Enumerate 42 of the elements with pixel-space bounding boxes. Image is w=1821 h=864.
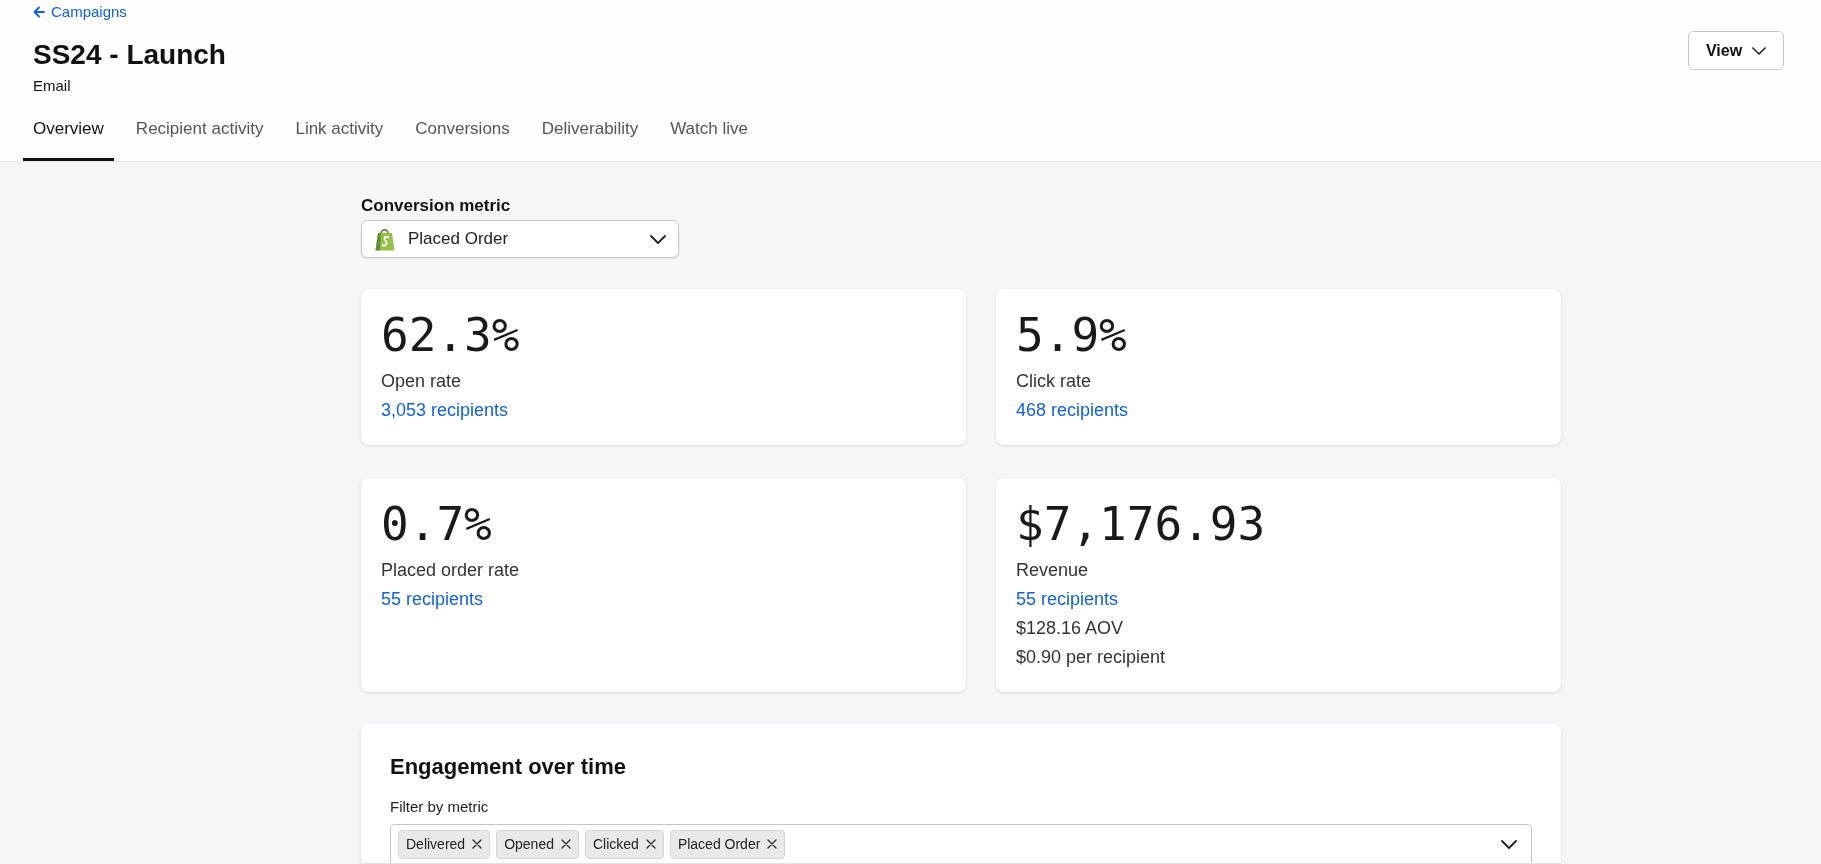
conversion-metric-dropdown[interactable]: Placed Order	[361, 220, 679, 258]
chevron-down-icon	[650, 234, 666, 244]
recipients-link[interactable]: 55 recipients	[1016, 585, 1119, 614]
filter-tag[interactable]: Placed Order	[669, 829, 786, 859]
tab[interactable]: Watch live	[660, 112, 758, 161]
metric-value: 62.3%	[381, 310, 520, 360]
filter-tag[interactable]: Opened	[496, 829, 579, 859]
close-icon[interactable]	[472, 839, 483, 849]
metric-value: 5.9%	[1016, 310, 1127, 360]
metric-label: Placed order rate	[381, 559, 520, 582]
section-title: Engagement over time	[390, 753, 626, 781]
close-icon[interactable]	[560, 839, 571, 849]
tab[interactable]: Link activity	[285, 112, 394, 161]
metric-label: Open rate	[381, 370, 462, 393]
shopping-bag-icon	[374, 227, 396, 251]
chevron-down-icon	[1501, 839, 1517, 849]
filter-tag[interactable]: Clicked	[584, 829, 664, 859]
back-link[interactable]: Campaigns	[33, 2, 127, 22]
tab[interactable]: Recipient activity	[125, 112, 274, 161]
tab[interactable]: Overview	[23, 112, 114, 161]
chevron-down-icon	[1752, 46, 1767, 55]
page-title: SS24 - Launch	[33, 38, 226, 72]
metric-label: Click rate	[1016, 370, 1091, 393]
filter-tag[interactable]: Delivered	[398, 829, 491, 859]
arrow-left-icon	[33, 6, 45, 18]
metric-value: $7,176.93	[1016, 499, 1266, 549]
recipients-link[interactable]: 3,053 recipients	[381, 396, 509, 425]
tab[interactable]: Deliverability	[531, 112, 649, 161]
metric-value: 0.7%	[381, 499, 492, 549]
metric-label: Revenue	[1016, 559, 1089, 582]
filter-label: Filter by metric	[390, 797, 489, 817]
close-icon[interactable]	[767, 839, 778, 849]
metric-detail: $128.16 AOV	[1016, 617, 1124, 640]
metric-filter-field[interactable]: Delivered Opened Clicked Placed Order	[390, 824, 1532, 863]
metric-detail: $0.90 per recipient	[1016, 646, 1166, 669]
conversion-metric-label: Conversion metric	[361, 195, 511, 217]
recipients-link[interactable]: 55 recipients	[381, 585, 484, 614]
close-icon[interactable]	[645, 839, 656, 849]
view-button[interactable]: View	[1688, 31, 1784, 70]
page-subtitle: Email	[33, 76, 71, 96]
tab[interactable]: Conversions	[405, 112, 520, 161]
recipients-link[interactable]: 468 recipients	[1016, 396, 1129, 425]
